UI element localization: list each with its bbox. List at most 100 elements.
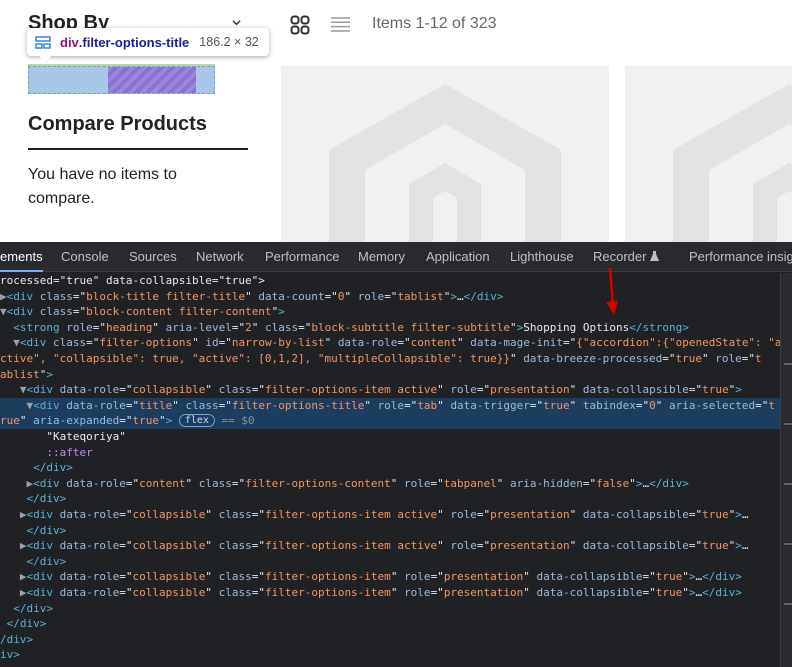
dom-tree-line[interactable]: <strong role="heading" aria-level="2" cl… bbox=[0, 320, 780, 336]
dom-tree-line[interactable]: ctive", "collapsible": true, "active": [… bbox=[0, 351, 780, 367]
tab-console[interactable]: Console bbox=[61, 242, 109, 272]
dom-tree-token[interactable]: ▶ bbox=[20, 539, 27, 552]
dom-tree-token: true bbox=[543, 398, 570, 412]
flex-badge[interactable]: flex bbox=[178, 414, 215, 428]
dom-tree-token: </div> bbox=[702, 570, 742, 584]
dom-tree-line[interactable]: </div> bbox=[0, 460, 780, 476]
dom-tree-token: <div bbox=[26, 539, 60, 553]
dom-tree-token: </div> bbox=[13, 601, 53, 615]
dom-tree-token: <strong bbox=[13, 320, 67, 334]
dom-tree-token: =" bbox=[119, 539, 133, 553]
tab-application[interactable]: Application bbox=[426, 242, 490, 272]
dom-tree-token[interactable]: ▶ bbox=[0, 290, 7, 303]
tab-memory[interactable]: Memory bbox=[358, 242, 405, 272]
dom-tree-token: =" bbox=[476, 539, 491, 553]
dom-tree[interactable]: rocessed="true" data-collapsible="true">… bbox=[0, 273, 780, 667]
dom-tree-line-selected[interactable]: rue" aria-expanded="true"> flex == $0 bbox=[0, 413, 780, 430]
dom-tree-line[interactable]: ▶<div data-role="collapsible" class="fil… bbox=[0, 538, 780, 554]
dom-tree-token bbox=[0, 602, 13, 615]
dom-tree-line[interactable]: "Kateqoriya" bbox=[0, 429, 780, 445]
dom-tree-token: " bbox=[655, 398, 670, 412]
tab-performance[interactable]: Performance bbox=[265, 242, 339, 272]
product-card[interactable] bbox=[281, 66, 609, 242]
dom-tree-token: " bbox=[682, 570, 689, 584]
dom-tree-token: =" bbox=[430, 570, 444, 584]
dom-tree-line[interactable]: ▼<div data-role="collapsible" class="fil… bbox=[0, 382, 780, 398]
dom-tree-token[interactable]: ▼ bbox=[13, 336, 20, 349]
dom-tree-line[interactable]: </div> bbox=[0, 491, 780, 507]
dom-tree-token: role bbox=[450, 539, 477, 553]
dom-tree-token: filter-options-item bbox=[264, 586, 391, 599]
dom-tree-token: <div bbox=[26, 383, 60, 397]
dom-tree-token: true bbox=[702, 539, 729, 553]
dom-tree-token: presentation bbox=[490, 508, 570, 521]
dom-tree-line[interactable]: ablist"> bbox=[0, 367, 780, 383]
dom-tree-token: role bbox=[404, 476, 431, 490]
dom-tree-token: </div> bbox=[26, 554, 67, 568]
dom-tree-token: true bbox=[702, 508, 729, 521]
dom-tree-token: filter-options bbox=[99, 336, 193, 350]
dom-tree-token: =" bbox=[642, 570, 656, 584]
dom-tree-token: =" bbox=[741, 352, 756, 365]
tab-elements[interactable]: ements bbox=[0, 242, 43, 272]
product-placeholder-icon bbox=[329, 84, 561, 242]
dom-tree-token[interactable]: ▶ bbox=[20, 508, 27, 521]
dom-tree-line[interactable]: </div> bbox=[0, 523, 780, 539]
dom-tree-token: =" bbox=[251, 570, 265, 584]
tab-network[interactable]: Network bbox=[196, 242, 244, 272]
dom-tree-token: class bbox=[198, 476, 232, 490]
tab-lighthouse[interactable]: Lighthouse bbox=[510, 242, 574, 272]
dom-tree-token: " bbox=[152, 320, 166, 334]
dom-tree-token[interactable]: ▶ bbox=[20, 570, 27, 583]
dom-tree-token: <div bbox=[19, 336, 53, 350]
dom-tree-token: </div> bbox=[463, 289, 504, 303]
chevron-down-icon[interactable] bbox=[232, 18, 241, 27]
dom-tree-token: <div bbox=[26, 570, 60, 584]
dom-tree-token[interactable]: ▼ bbox=[20, 383, 27, 396]
dom-tree-token: <div bbox=[26, 586, 60, 599]
grid-icon[interactable] bbox=[290, 15, 310, 35]
dom-tree-token[interactable]: ▶ bbox=[20, 586, 27, 599]
dom-tree-line[interactable]: ▶<div data-role="collapsible" class="fil… bbox=[0, 507, 780, 523]
dom-tree-line[interactable]: /div> bbox=[0, 632, 780, 648]
dom-tree-token: rocessed="true" data-collapsible="true"> bbox=[0, 274, 265, 287]
dom-tree-line[interactable]: ▼<div class="block-content filter-conten… bbox=[0, 304, 780, 320]
dom-tree-line[interactable]: </div> bbox=[0, 616, 780, 632]
dom-tree-line[interactable]: </div> bbox=[0, 554, 780, 570]
dom-tree-line[interactable]: ▶<div class="block-title filter-title" d… bbox=[0, 289, 780, 305]
dom-tree-token: " bbox=[510, 320, 517, 334]
dom-tree-line[interactable]: ▼<div class="filter-options" id="narrow-… bbox=[0, 335, 780, 351]
dom-tree-token: filter-options-item bbox=[264, 570, 391, 584]
dom-tree-line[interactable]: </div> bbox=[0, 601, 780, 617]
dom-tree-token: " bbox=[509, 352, 524, 365]
tab-performance-insights[interactable]: Performance insigh bbox=[689, 242, 792, 272]
product-card[interactable] bbox=[625, 66, 792, 242]
dom-tree-token: " bbox=[437, 539, 451, 553]
dom-tree-line[interactable]: rocessed="true" data-collapsible="true"> bbox=[0, 273, 780, 289]
dom-tree-token: ablist bbox=[0, 367, 40, 381]
dom-tree-token: presentation bbox=[443, 586, 524, 599]
list-icon[interactable] bbox=[331, 16, 350, 33]
tab-sources[interactable]: Sources bbox=[129, 242, 177, 272]
sidebar-pane-edge[interactable] bbox=[780, 273, 792, 667]
dom-tree-token[interactable]: ▼ bbox=[0, 305, 7, 318]
dom-tree-line[interactable]: ::after bbox=[0, 445, 780, 461]
dom-tree-token: "Kateqoriya" bbox=[0, 430, 126, 443]
dom-tree-token: " bbox=[569, 398, 583, 412]
dom-tree-token: class bbox=[264, 320, 299, 334]
dom-tree-token: filter-options-item active bbox=[264, 539, 438, 553]
dom-tree-line[interactable]: iv> bbox=[0, 647, 780, 663]
inspect-tooltip: div .filter-options-title 186.2 × 32 bbox=[27, 28, 269, 62]
dom-tree-token: Shopping Options bbox=[523, 320, 630, 334]
dom-tree-line[interactable]: ▶<div data-role="content" class="filter-… bbox=[0, 476, 780, 492]
dom-tree-token: =" bbox=[430, 586, 444, 599]
dom-tree-token: =" bbox=[218, 336, 232, 350]
dom-tree-token: > bbox=[688, 586, 696, 599]
dom-tree-token: data-trigger bbox=[450, 398, 530, 412]
dom-tree-token: > bbox=[688, 570, 696, 584]
dom-tree-line[interactable]: ▶<div data-role="collapsible" class="fil… bbox=[0, 585, 780, 601]
dom-tree-token: > bbox=[635, 476, 643, 490]
dom-tree-line-selected[interactable]: ▼<div data-role="title" class="filter-op… bbox=[0, 397, 780, 414]
dom-tree-line[interactable]: ▶<div data-role="collapsible" class="fil… bbox=[0, 569, 780, 585]
dom-tree-token: class bbox=[218, 508, 252, 521]
